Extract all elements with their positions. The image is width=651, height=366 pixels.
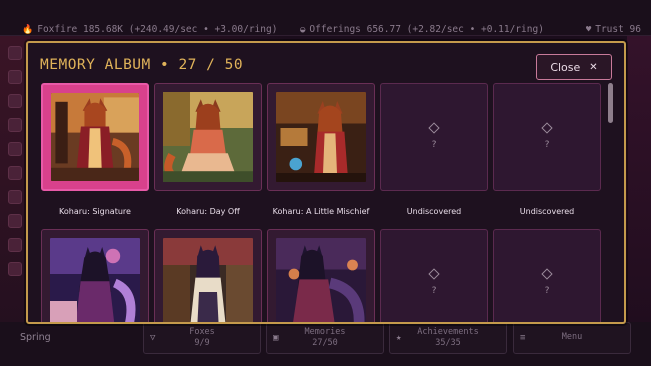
card-caption: Undiscovered [406,207,462,216]
season-label: Spring [20,332,51,343]
diamond-icon [541,268,553,280]
flame-icon: 🔥 [22,24,34,35]
side-slot [8,142,22,156]
memory-thumbnail [163,238,253,322]
album-grid: ? ? Koharu: Signature Koharu: Day Off Ko… [41,83,606,322]
locked-glyph: ? [544,140,550,150]
memory-card-koharu-signature[interactable] [41,83,149,191]
foxes-label: Foxes [189,327,215,337]
diamond-icon [428,268,440,280]
scrollbar-thumb[interactable] [608,83,613,123]
foxes-value: 9/9 [194,338,210,348]
memory-card-undiscovered[interactable]: ? [380,83,488,191]
trust-counter: ♥ Trust 96 [586,24,641,35]
foxfire-counter: 🔥 Foxfire 185.68K (+240.49/sec • +3.00/r… [22,24,277,35]
fox-icon: ▽ [150,333,156,343]
memory-thumbnail [163,92,253,182]
foxes-button[interactable]: ▽ Foxes 9/9 [143,322,261,354]
side-slot [8,214,22,228]
locked-glyph: ? [431,286,437,296]
trust-text: Trust 96 [595,24,641,35]
album-icon: ▣ [273,333,279,343]
side-slot [8,190,22,204]
memory-card-undiscovered[interactable]: ? [380,229,488,322]
side-slot [8,262,22,276]
memory-thumbnail [51,93,139,181]
memory-card-koharu-a-little-mischief[interactable] [267,83,375,191]
close-button[interactable]: Close ✕ [536,54,612,80]
album-title: MEMORY ALBUM • 27 / 50 [40,57,244,73]
diamond-icon [428,122,440,134]
offerings-text: Offerings 656.77 (+2.82/sec • +0.11/ring… [309,24,544,35]
menu-button[interactable]: ≡ Menu [513,322,631,354]
foxfire-text: Foxfire 185.68K (+240.49/sec • +3.00/rin… [37,24,278,35]
card-caption: Undiscovered [519,207,575,216]
hamburger-icon: ≡ [520,333,526,343]
achievements-label: Achievements [417,327,479,337]
side-slot [8,118,22,132]
memory-album-modal: MEMORY ALBUM • 27 / 50 Close ✕ ? ? Kohar… [26,41,626,324]
achievements-button[interactable]: ★ Achievements 35/35 [389,322,507,354]
side-slot [8,46,22,60]
memory-card[interactable] [154,229,262,322]
side-slot [8,166,22,180]
card-caption: Koharu: A Little Mischief [272,207,370,216]
memory-card-koharu-day-off[interactable] [154,83,262,191]
resource-bar: 🔥 Foxfire 185.68K (+240.49/sec • +3.00/r… [0,0,651,36]
right-side-panel [627,36,651,326]
diamond-icon [541,122,553,134]
memory-thumbnail [276,238,366,322]
menu-label: Menu [561,332,583,342]
locked-glyph: ? [431,140,437,150]
card-caption: Koharu: Signature [59,207,131,216]
side-slot [8,70,22,84]
star-icon: ★ [396,333,402,343]
close-label: Close [550,60,581,74]
offerings-counter: ◒ Offerings 656.77 (+2.82/sec • +0.11/ri… [300,24,544,35]
memories-label: Memories [304,327,346,337]
memory-thumbnail [276,92,366,182]
memories-button[interactable]: ▣ Memories 27/50 [266,322,384,354]
memory-thumbnail [50,238,140,322]
heart-icon: ♥ [585,24,592,35]
memory-card-undiscovered[interactable]: ? [493,83,601,191]
card-caption: Koharu: Day Off [176,207,240,216]
memories-value: 27/50 [312,338,338,348]
side-slot [8,94,22,108]
album-scrollbar[interactable] [608,83,614,322]
memory-card[interactable] [267,229,375,322]
offering-bowl-icon: ◒ [300,24,306,35]
close-icon: ✕ [589,61,598,73]
locked-glyph: ? [544,286,550,296]
achievements-value: 35/35 [435,338,461,348]
side-slot [8,238,22,252]
memory-card-undiscovered[interactable]: ? [493,229,601,322]
memory-card[interactable] [41,229,149,322]
